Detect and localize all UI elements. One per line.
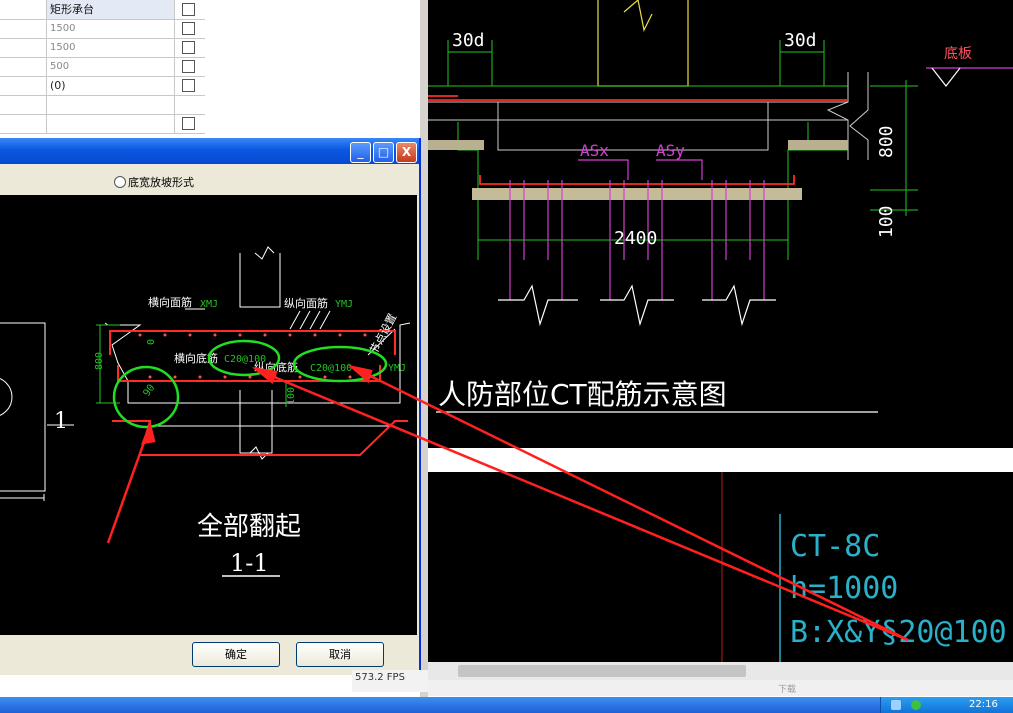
dim-100: 100 xyxy=(876,205,897,238)
fps-readout: 573.2 FPS xyxy=(352,670,428,692)
taskbar xyxy=(0,697,1013,713)
dim-800: 800 xyxy=(876,125,897,158)
property-row[interactable] xyxy=(0,114,205,134)
property-checkbox[interactable] xyxy=(182,41,195,54)
property-row[interactable]: (0) xyxy=(0,76,205,96)
slope-option-row[interactable]: 底宽放坡形式 xyxy=(0,168,417,192)
label-bottom-longitudinal-code: YMJ xyxy=(388,363,406,374)
dim-0: 0 xyxy=(146,339,157,345)
property-table: 矩形承台 1500 1500 500 (0) xyxy=(0,0,420,140)
property-value[interactable]: 1500 xyxy=(47,38,175,57)
plan-pile-circle xyxy=(0,378,13,416)
tray-network-icon[interactable] xyxy=(891,700,901,710)
label-asx: ASx xyxy=(580,141,609,160)
property-value[interactable]: (0) xyxy=(47,76,175,95)
dim-100: 100 xyxy=(286,387,297,405)
dim-30d-left: 30d xyxy=(452,30,485,51)
section-mark: 1 xyxy=(54,409,68,434)
property-row[interactable]: 矩形承台 xyxy=(0,0,205,20)
property-value[interactable] xyxy=(47,95,175,114)
hatch-band-left xyxy=(428,140,484,150)
plan-outline xyxy=(0,322,46,492)
cad-title: 人防部位CT配筋示意图 xyxy=(438,378,727,411)
column-outline xyxy=(597,0,689,87)
property-checkbox[interactable] xyxy=(182,79,195,92)
label-floor: 底板 xyxy=(944,46,972,62)
system-tray: 22:16 xyxy=(880,697,1013,713)
section-title: 1-1 xyxy=(230,549,269,577)
dim-30d-right: 30d xyxy=(784,30,817,51)
ok-button[interactable]: 确定 xyxy=(192,642,280,667)
slope-option-radio[interactable] xyxy=(114,176,126,188)
property-name-cell xyxy=(0,57,47,76)
label-top-transverse-code: XMJ xyxy=(200,299,218,310)
window-splitter[interactable] xyxy=(420,0,428,697)
label-bottom-longitudinal-spec: C20@100 xyxy=(310,363,352,374)
property-value[interactable] xyxy=(47,114,175,133)
tag-rebar: B:X&Y§20@100 xyxy=(790,615,1007,650)
close-button[interactable]: X xyxy=(396,142,417,163)
clock[interactable]: 22:16 xyxy=(969,697,998,713)
property-name-cell xyxy=(0,0,47,19)
hatch-band-right xyxy=(788,140,848,150)
dialog-title-bar[interactable]: _ □ X xyxy=(0,138,419,164)
property-checkbox[interactable] xyxy=(182,117,195,130)
dim-90: 90 xyxy=(141,383,157,399)
label-top-longitudinal-code: YMJ xyxy=(335,299,353,310)
property-name-cell xyxy=(0,95,47,114)
viewport-divider xyxy=(428,448,1013,472)
property-checkbox[interactable] xyxy=(182,3,195,16)
pile-cap-dialog: _ □ X 底宽放坡形式 800 0 90 100 XMJ YMJ C20@10… xyxy=(0,138,421,675)
tag-name: CT-8C xyxy=(790,529,880,564)
slope-option-label: 底宽放坡形式 xyxy=(128,176,194,189)
bottom-rebar xyxy=(479,175,795,185)
minimize-button[interactable]: _ xyxy=(350,142,371,163)
property-row[interactable]: 1500 xyxy=(0,19,205,39)
property-name-cell xyxy=(0,38,47,57)
annotation-all-flip: 全部翻起 xyxy=(197,512,301,542)
highlight-circle-corner xyxy=(112,365,180,429)
tag-height: h=1000 xyxy=(790,571,898,606)
status-bar: 下载 xyxy=(428,680,1013,696)
property-checkbox[interactable] xyxy=(182,60,195,73)
dim-2400: 2400 xyxy=(614,228,657,249)
property-value[interactable]: 500 xyxy=(47,57,175,76)
horizontal-scrollbar[interactable] xyxy=(428,662,1013,680)
label-asy: ASy xyxy=(656,141,685,160)
maximize-button[interactable]: □ xyxy=(373,142,394,163)
section-drawing-canvas[interactable]: 800 0 90 100 XMJ YMJ C20@100 C20@100 YMJ… xyxy=(0,195,417,635)
property-name-cell xyxy=(0,19,47,38)
property-row[interactable] xyxy=(0,95,205,115)
property-checkbox[interactable] xyxy=(182,22,195,35)
label-top-transverse: 横向面筋 xyxy=(148,295,192,309)
dim-800: 800 xyxy=(94,352,105,370)
cad-viewport-tag[interactable]: CT-8C h=1000 B:X&Y§20@100 xyxy=(428,472,1013,662)
property-value[interactable]: 1500 xyxy=(47,19,175,38)
property-value[interactable]: 矩形承台 xyxy=(47,0,175,19)
label-top-longitudinal: 纵向面筋 xyxy=(284,296,328,310)
scrollbar-thumb[interactable] xyxy=(458,665,746,677)
column-outline xyxy=(239,253,281,308)
cad-viewport-detail[interactable]: 30d 30d 2400 800 100 ASx ASy 底板 人防部位CT配筋… xyxy=(428,0,1013,448)
cancel-button[interactable]: 取消 xyxy=(296,642,384,667)
pile-outline xyxy=(239,390,273,454)
property-name-cell xyxy=(0,114,47,133)
property-row[interactable]: 500 xyxy=(0,57,205,77)
hatch-band-bottom xyxy=(472,188,802,200)
property-name-cell xyxy=(0,76,47,95)
status-download-label[interactable]: 下载 xyxy=(778,682,796,695)
property-row[interactable]: 1500 xyxy=(0,38,205,58)
tray-status-icon[interactable] xyxy=(911,700,921,710)
